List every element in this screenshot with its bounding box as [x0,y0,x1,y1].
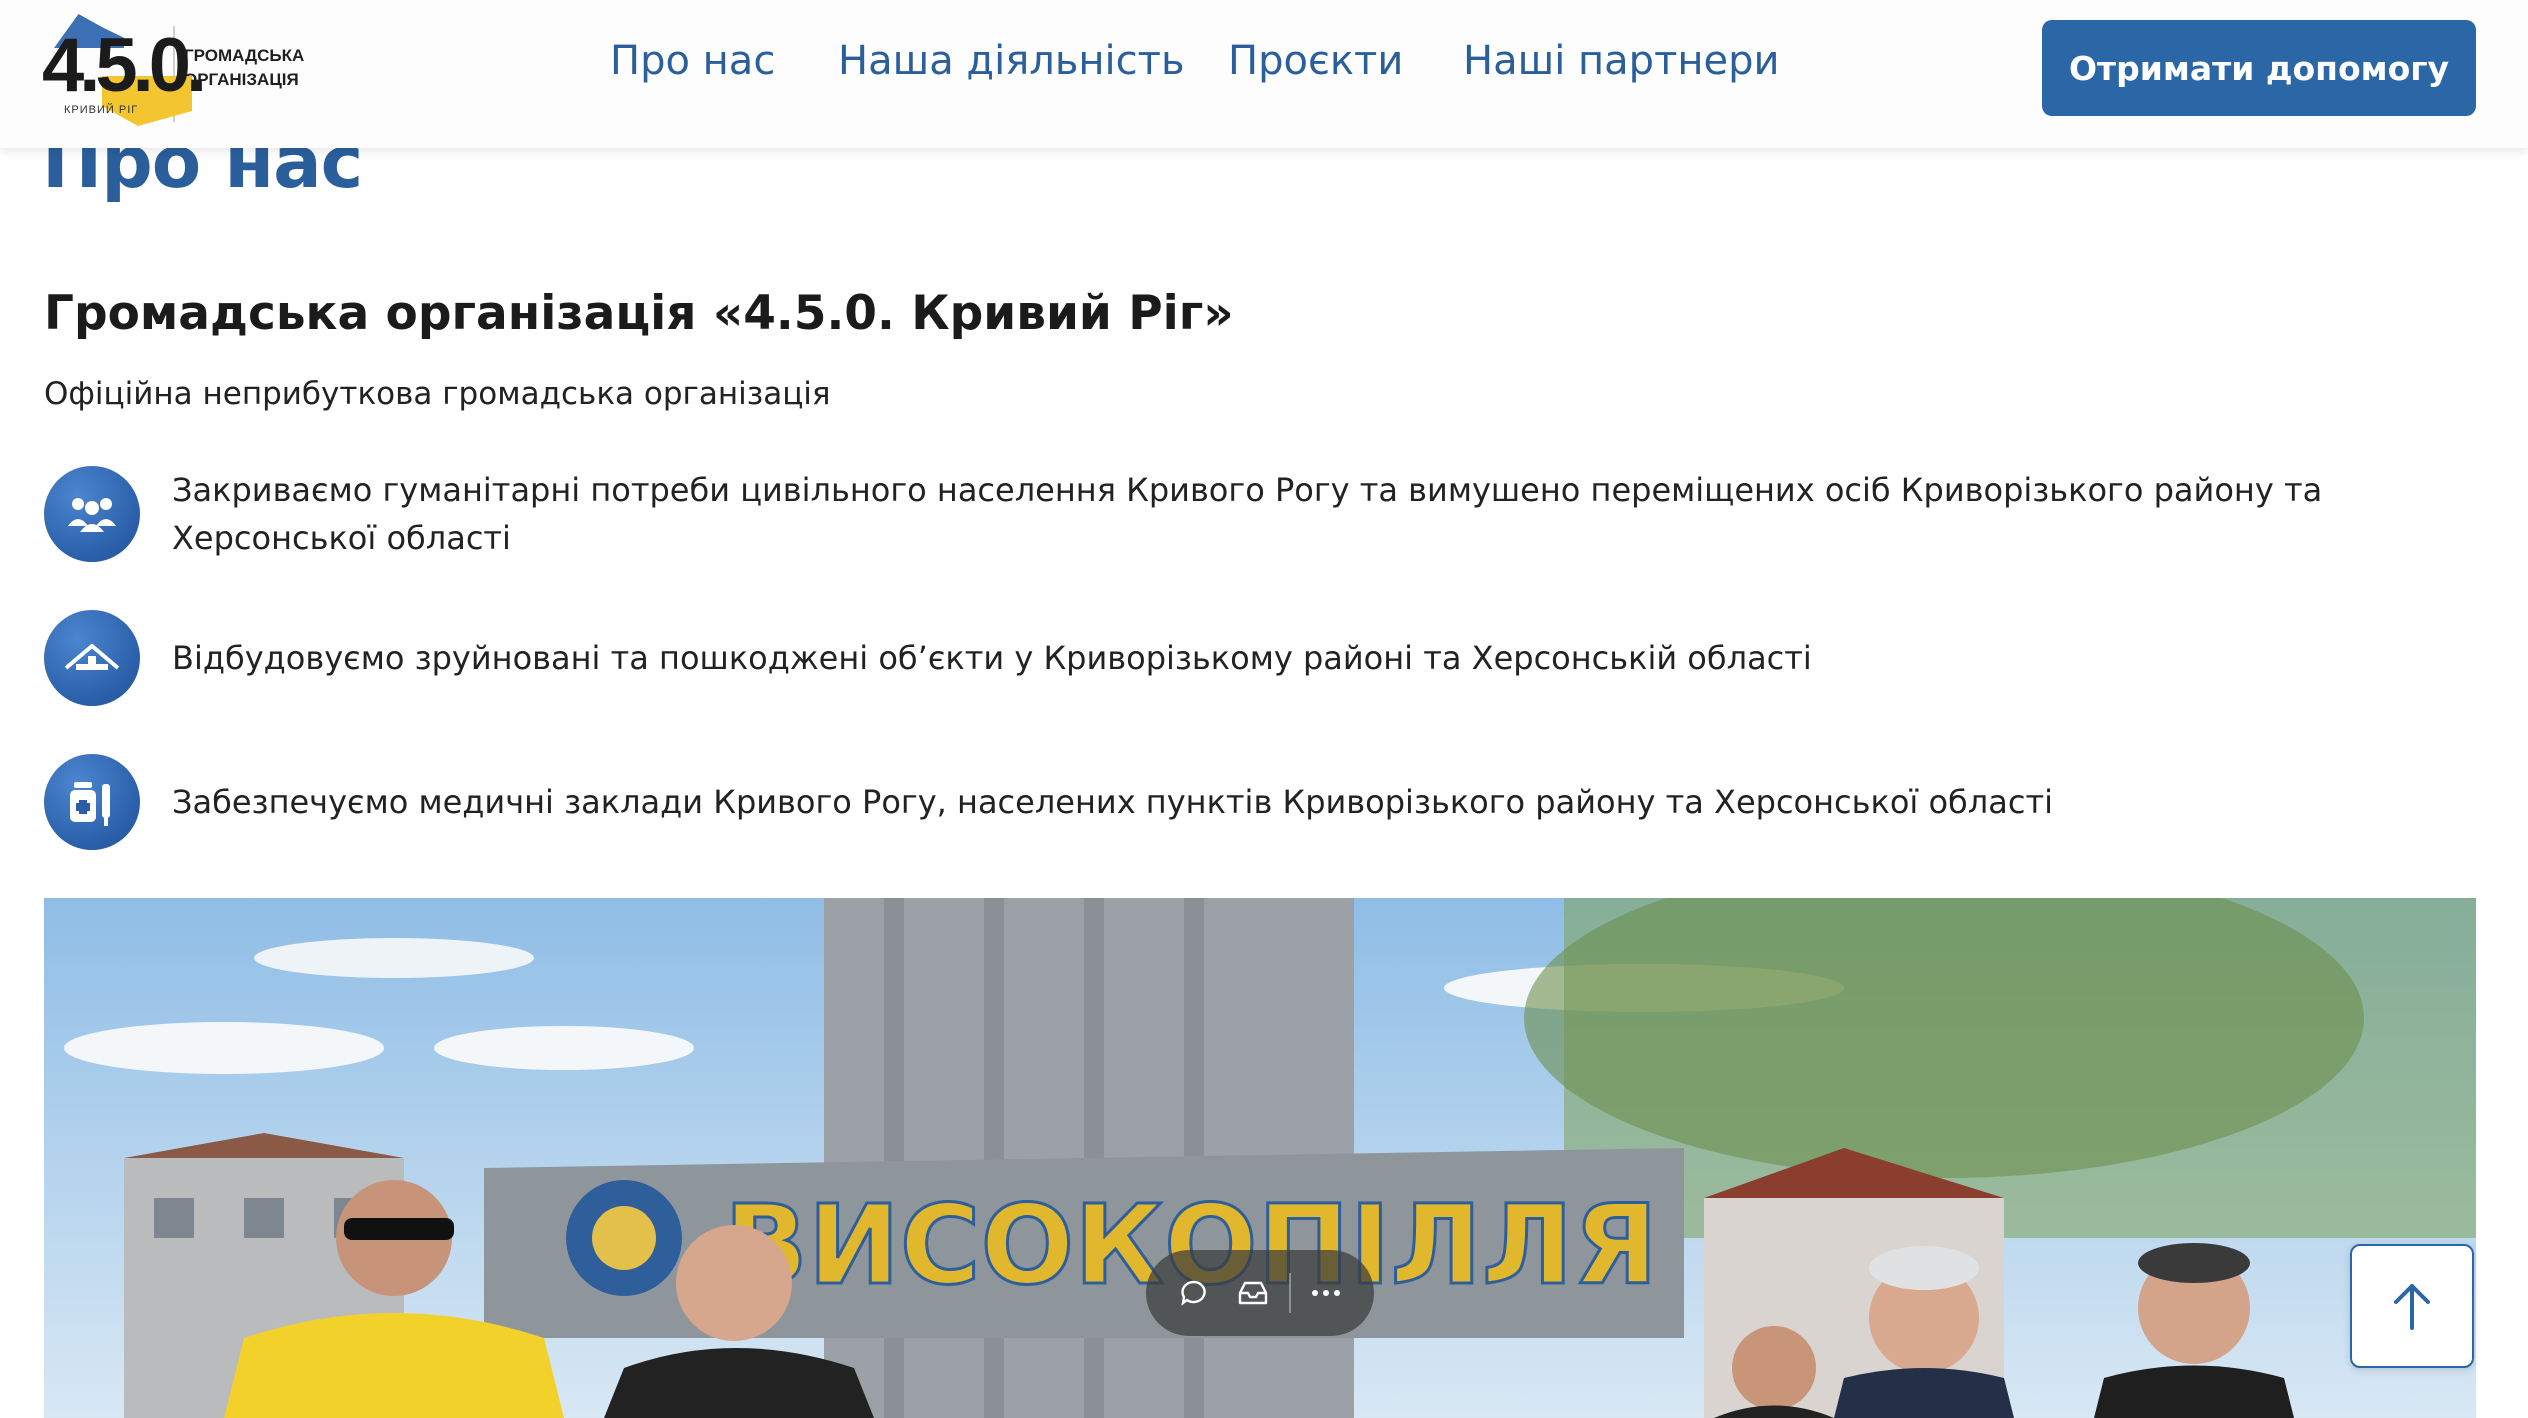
org-heading: Громадська організація «4.5.0. Кривий Рі… [44,286,1234,341]
site-header: 4.5.0. КРИВИЙ РІГ ГРОМАДСЬКА ОРГАНІЗАЦІЯ… [0,0,2528,148]
logo-number: 4.5.0. [42,23,207,108]
team-photo: ВИСОКОПІЛЛЯ [44,898,2476,1418]
arrow-up-icon [2394,1284,2430,1330]
medicine-icon [44,754,140,850]
people-group-icon [44,466,140,562]
scroll-to-top-button[interactable] [2350,1244,2474,1368]
comment-icon[interactable] [1170,1269,1218,1317]
nav-item-partners[interactable]: Наші партнери [1463,38,1780,84]
logo[interactable]: 4.5.0. КРИВИЙ РІГ ГРОМАДСЬКА ОРГАНІЗАЦІЯ [42,14,342,126]
feature-text: Відбудовуємо зруйновані та пошкоджені об… [172,639,1812,677]
more-icon[interactable] [1302,1269,1350,1317]
inbox-icon[interactable] [1229,1269,1277,1317]
toolbar-separator [1288,1273,1291,1313]
nav-item-activity[interactable]: Наша діяльність [838,38,1185,84]
nav-item-projects[interactable]: Проєкти [1228,38,1403,84]
logo-city: КРИВИЙ РІГ [64,104,139,116]
nav-item-about[interactable]: Про нас [610,38,775,84]
org-subtitle: Офіційна неприбуткова громадська організ… [44,376,831,412]
floating-toolbar [1146,1250,1374,1336]
get-help-button[interactable]: Отримати допомогу [2042,20,2476,116]
rebuild-house-icon [44,610,140,706]
feature-text: Закриваємо гуманітарні потреби цивільног… [172,471,2323,557]
feature-text: Забезпечуємо медичні заклади Кривого Рог… [172,783,2053,821]
